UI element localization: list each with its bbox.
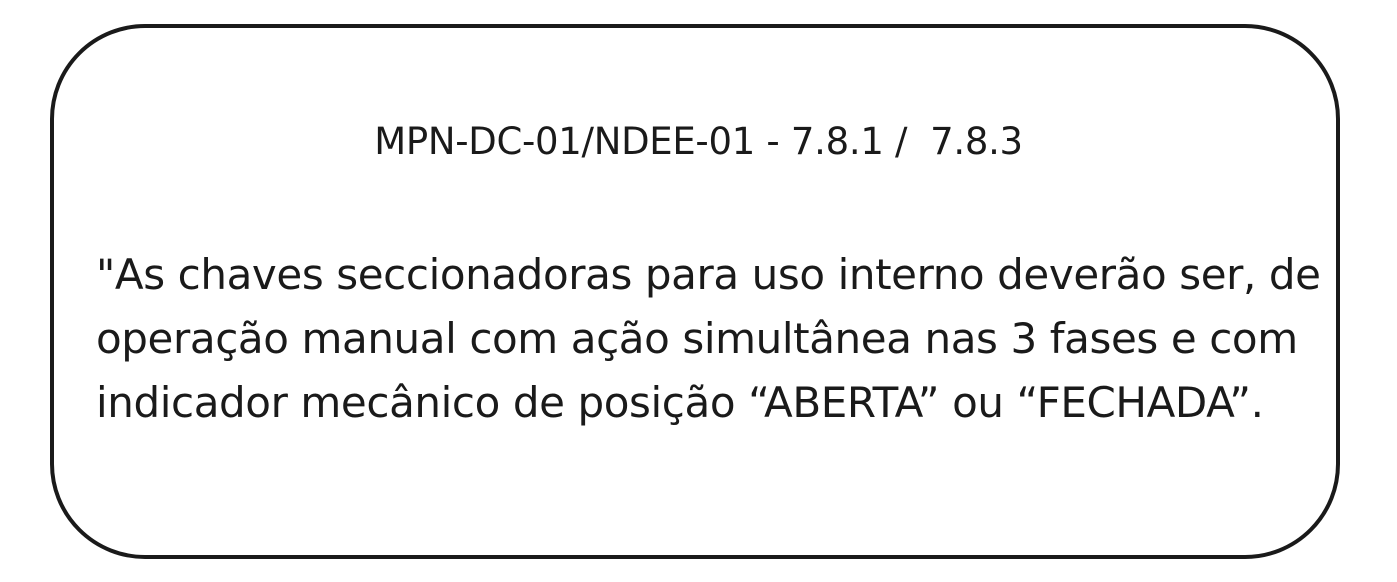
page: MPN-DC-01/NDEE-01 - 7.8.1 / 7.8.3 "As ch… — [0, 0, 1397, 582]
requirement-quote: "As chaves seccionadoras para uso intern… — [96, 243, 1326, 435]
norm-reference: MPN-DC-01/NDEE-01 - 7.8.1 / 7.8.3 — [374, 120, 1023, 163]
quote-line-2: operação manual com ação simultânea nas … — [96, 314, 1298, 363]
quote-line-3: indicador mecânico de posição “ABERTA” o… — [96, 378, 1264, 427]
quote-line-1: "As chaves seccionadoras para uso intern… — [96, 250, 1321, 299]
